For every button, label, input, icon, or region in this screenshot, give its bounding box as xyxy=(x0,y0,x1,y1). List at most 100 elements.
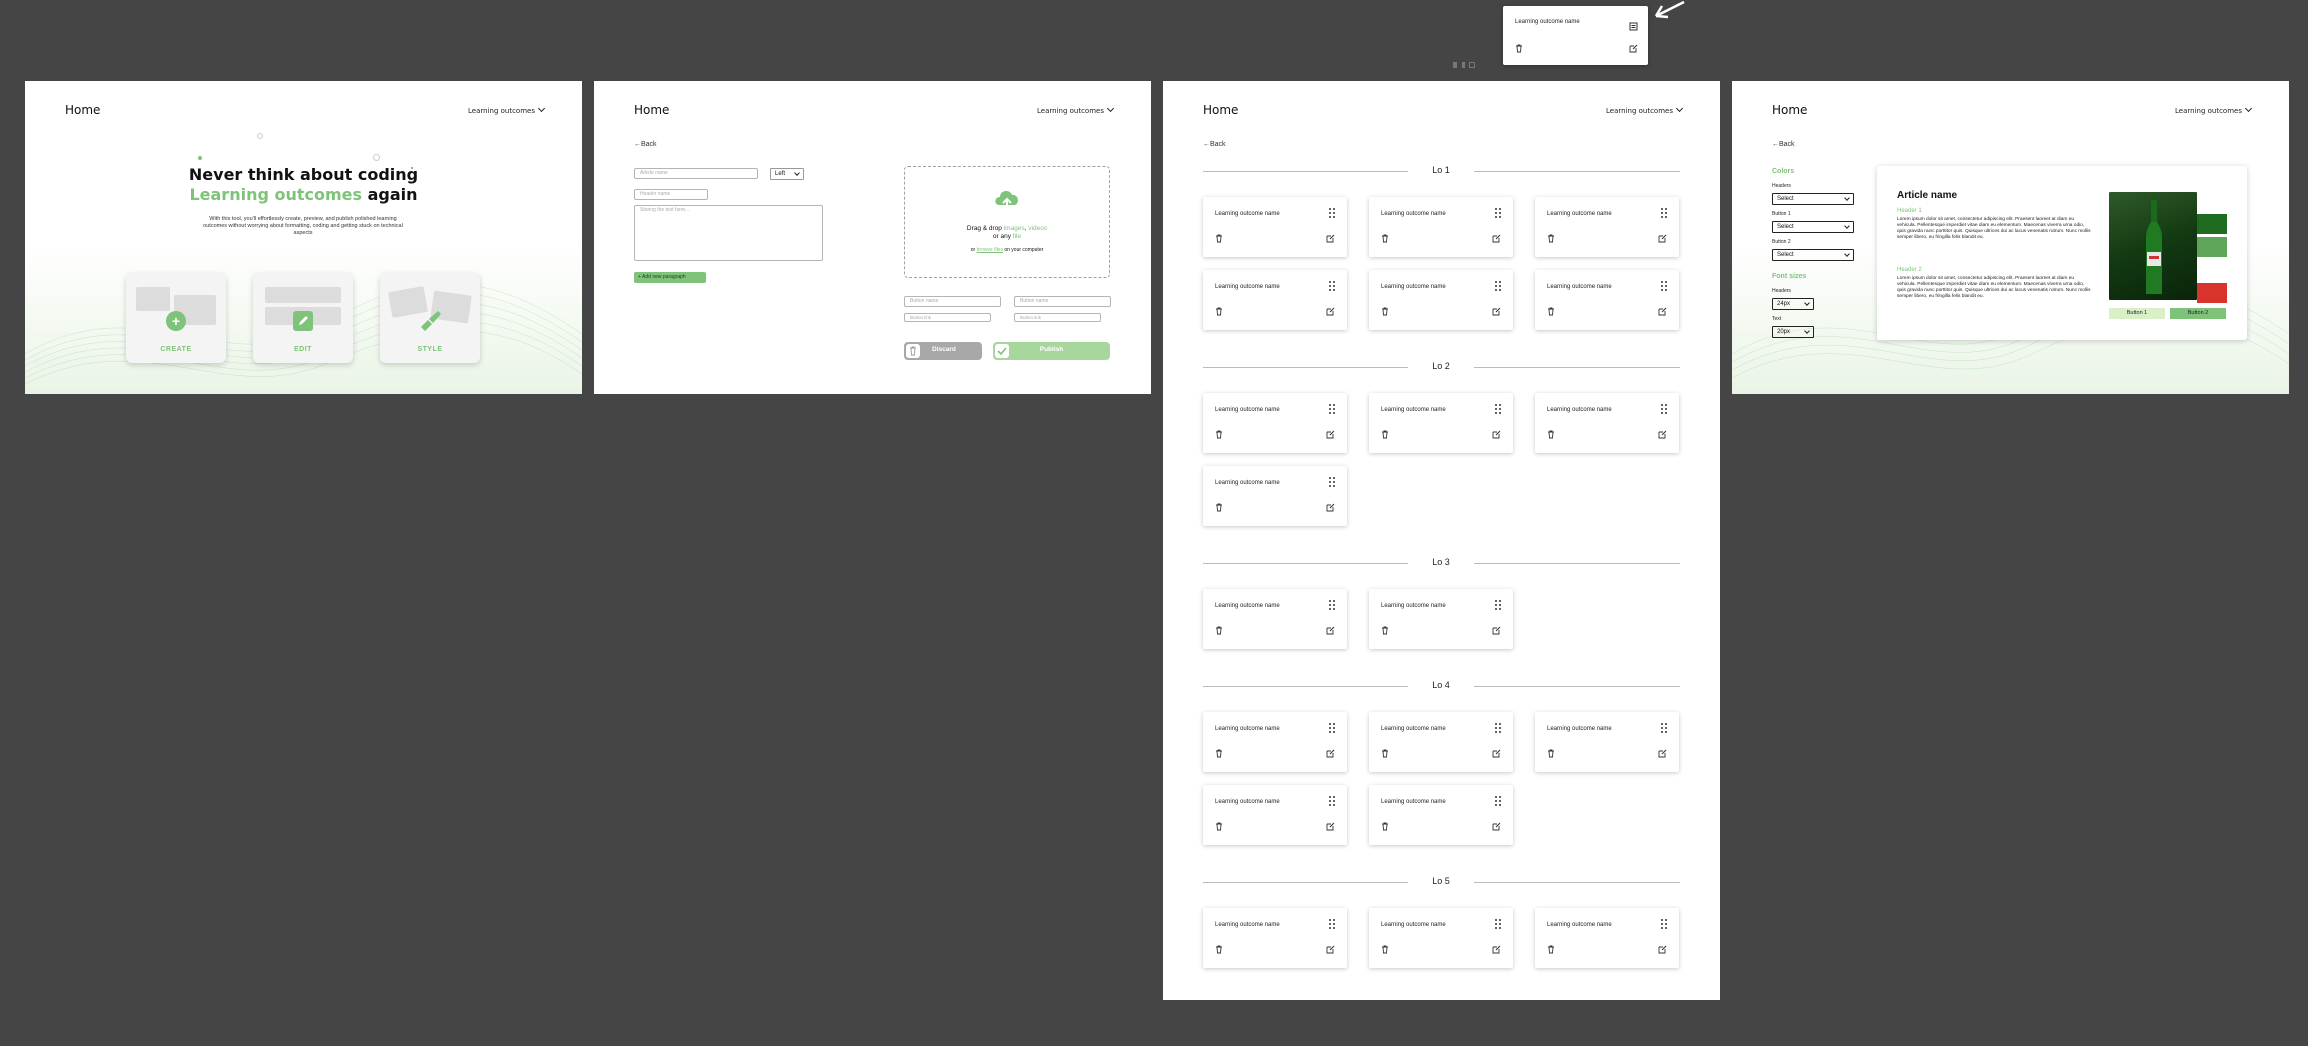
edit-icon[interactable] xyxy=(1658,230,1667,248)
lo-card[interactable]: Learning outcome name xyxy=(1369,393,1513,453)
lo-card[interactable]: Learning outcome name xyxy=(1203,908,1347,968)
trash-icon[interactable] xyxy=(1215,426,1223,444)
lo-card[interactable]: Learning outcome name xyxy=(1369,785,1513,845)
tile-edit[interactable]: EDIT xyxy=(253,273,353,363)
drag-handle-icon[interactable] xyxy=(1329,600,1335,611)
trash-icon[interactable] xyxy=(1381,230,1389,248)
drag-handle-icon[interactable] xyxy=(1495,404,1501,415)
drag-handle-icon[interactable] xyxy=(1495,600,1501,611)
drag-handle-icon[interactable] xyxy=(1329,796,1335,807)
drag-handle-icon[interactable] xyxy=(1661,208,1667,219)
drop-link-images[interactable]: images xyxy=(1004,225,1025,232)
edit-icon[interactable] xyxy=(1326,426,1335,444)
lo-card[interactable]: Learning outcome name xyxy=(1203,393,1347,453)
button2-color-select[interactable]: Select xyxy=(1772,249,1854,261)
drag-handle-icon[interactable] xyxy=(1495,723,1501,734)
fs-text-select[interactable]: 20px xyxy=(1772,326,1814,338)
trash-icon[interactable] xyxy=(1215,818,1223,836)
edit-icon[interactable] xyxy=(1492,818,1501,836)
trash-icon[interactable] xyxy=(1547,941,1555,959)
lo-card[interactable]: Learning outcome name xyxy=(1369,712,1513,772)
edit-icon[interactable] xyxy=(1469,62,1475,68)
fs-headers-select[interactable]: 24px xyxy=(1772,298,1814,310)
drag-handle-icon[interactable] xyxy=(1329,477,1335,488)
drag-handle-icon[interactable] xyxy=(1495,208,1501,219)
brand-home[interactable]: Home xyxy=(1203,103,1238,117)
trash-icon[interactable] xyxy=(1215,230,1223,248)
brand-home[interactable]: Home xyxy=(634,103,669,117)
trash-icon[interactable] xyxy=(1215,499,1223,517)
back-link[interactable]: ←Back xyxy=(1772,141,1795,148)
nav-learning-outcomes[interactable]: Learning outcomes xyxy=(468,104,546,115)
trash-icon[interactable] xyxy=(1381,303,1389,321)
lo-card[interactable]: Learning outcome name xyxy=(1203,589,1347,649)
button1-name-input[interactable]: Button name xyxy=(904,296,1001,307)
drag-handle-icon[interactable] xyxy=(1329,404,1335,415)
align-select[interactable]: Left xyxy=(770,168,804,180)
edit-icon[interactable] xyxy=(1492,745,1501,763)
article-name-input[interactable]: Article name xyxy=(634,168,758,179)
trash-icon[interactable] xyxy=(1381,818,1389,836)
tile-create[interactable]: + CREATE xyxy=(126,273,226,363)
nav-learning-outcomes[interactable]: Learning outcomes xyxy=(2175,104,2253,115)
lo-card[interactable]: Learning outcome name xyxy=(1369,908,1513,968)
trash-icon[interactable] xyxy=(1515,40,1523,58)
nav-learning-outcomes[interactable]: Learning outcomes xyxy=(1037,104,1115,115)
popup-card[interactable]: Learning outcome name xyxy=(1503,6,1648,65)
lo-card[interactable]: Learning outcome name xyxy=(1369,589,1513,649)
drag-handle-icon[interactable] xyxy=(1661,919,1667,930)
lo-card[interactable]: Learning outcome name xyxy=(1369,197,1513,257)
lo-card[interactable]: Learning outcome name xyxy=(1203,466,1347,526)
edit-icon[interactable] xyxy=(1326,818,1335,836)
edit-icon[interactable] xyxy=(1658,303,1667,321)
browse-files-link[interactable]: browse files xyxy=(977,247,1003,253)
header-name-input[interactable]: Header name xyxy=(634,189,708,200)
trash-icon[interactable] xyxy=(1547,230,1555,248)
edit-icon[interactable] xyxy=(1326,941,1335,959)
drag-handle-icon[interactable] xyxy=(1329,281,1335,292)
lo-card[interactable]: Learning outcome name xyxy=(1203,712,1347,772)
edit-icon[interactable] xyxy=(1492,303,1501,321)
trash-icon[interactable] xyxy=(1215,941,1223,959)
tile-style[interactable]: STYLE xyxy=(380,273,480,363)
edit-icon[interactable] xyxy=(1492,426,1501,444)
trash-icon[interactable] xyxy=(1215,303,1223,321)
add-paragraph-button[interactable]: + Add new paragraph xyxy=(634,272,706,283)
lo-card[interactable]: Learning outcome name xyxy=(1535,393,1679,453)
trash-icon[interactable] xyxy=(1381,426,1389,444)
file-dropzone[interactable]: Drag & drop images, videos or any file o… xyxy=(904,166,1110,278)
drag-handle-icon[interactable] xyxy=(1661,281,1667,292)
edit-icon[interactable] xyxy=(1658,941,1667,959)
trash-icon[interactable] xyxy=(1381,941,1389,959)
trash-icon[interactable] xyxy=(1381,622,1389,640)
button1-link-input[interactable]: Button link xyxy=(904,313,991,322)
trash-icon[interactable] xyxy=(1215,622,1223,640)
trash-icon[interactable] xyxy=(1547,303,1555,321)
brand-home[interactable]: Home xyxy=(1772,103,1807,117)
edit-icon[interactable] xyxy=(1326,230,1335,248)
drag-handle-icon[interactable] xyxy=(1329,919,1335,930)
nav-learning-outcomes[interactable]: Learning outcomes xyxy=(1606,104,1684,115)
preview-button-1[interactable]: Button 1 xyxy=(2109,308,2165,319)
trash-icon[interactable] xyxy=(1547,426,1555,444)
edit-icon[interactable] xyxy=(1326,499,1335,517)
edit-icon[interactable] xyxy=(1492,230,1501,248)
drag-handle-icon[interactable] xyxy=(1661,723,1667,734)
lo-card[interactable]: Learning outcome name xyxy=(1203,197,1347,257)
edit-icon[interactable] xyxy=(1658,426,1667,444)
lo-card[interactable]: Learning outcome name xyxy=(1369,270,1513,330)
drag-handle-icon[interactable] xyxy=(1495,796,1501,807)
edit-icon[interactable] xyxy=(1326,303,1335,321)
drag-handle-icon[interactable] xyxy=(1661,404,1667,415)
trash-icon[interactable] xyxy=(1381,745,1389,763)
button2-name-input[interactable]: Button name xyxy=(1014,296,1111,307)
lo-card[interactable]: Learning outcome name xyxy=(1535,908,1679,968)
brand-home[interactable]: Home xyxy=(65,103,100,117)
drop-link-file[interactable]: file xyxy=(1013,233,1021,240)
drag-handle-icon[interactable] xyxy=(1495,281,1501,292)
drag-handle-icon[interactable] xyxy=(1329,208,1335,219)
trash-icon[interactable] xyxy=(1453,62,1457,68)
lo-card[interactable]: Learning outcome name xyxy=(1535,270,1679,330)
edit-icon[interactable] xyxy=(1326,745,1335,763)
edit-icon[interactable] xyxy=(1658,745,1667,763)
